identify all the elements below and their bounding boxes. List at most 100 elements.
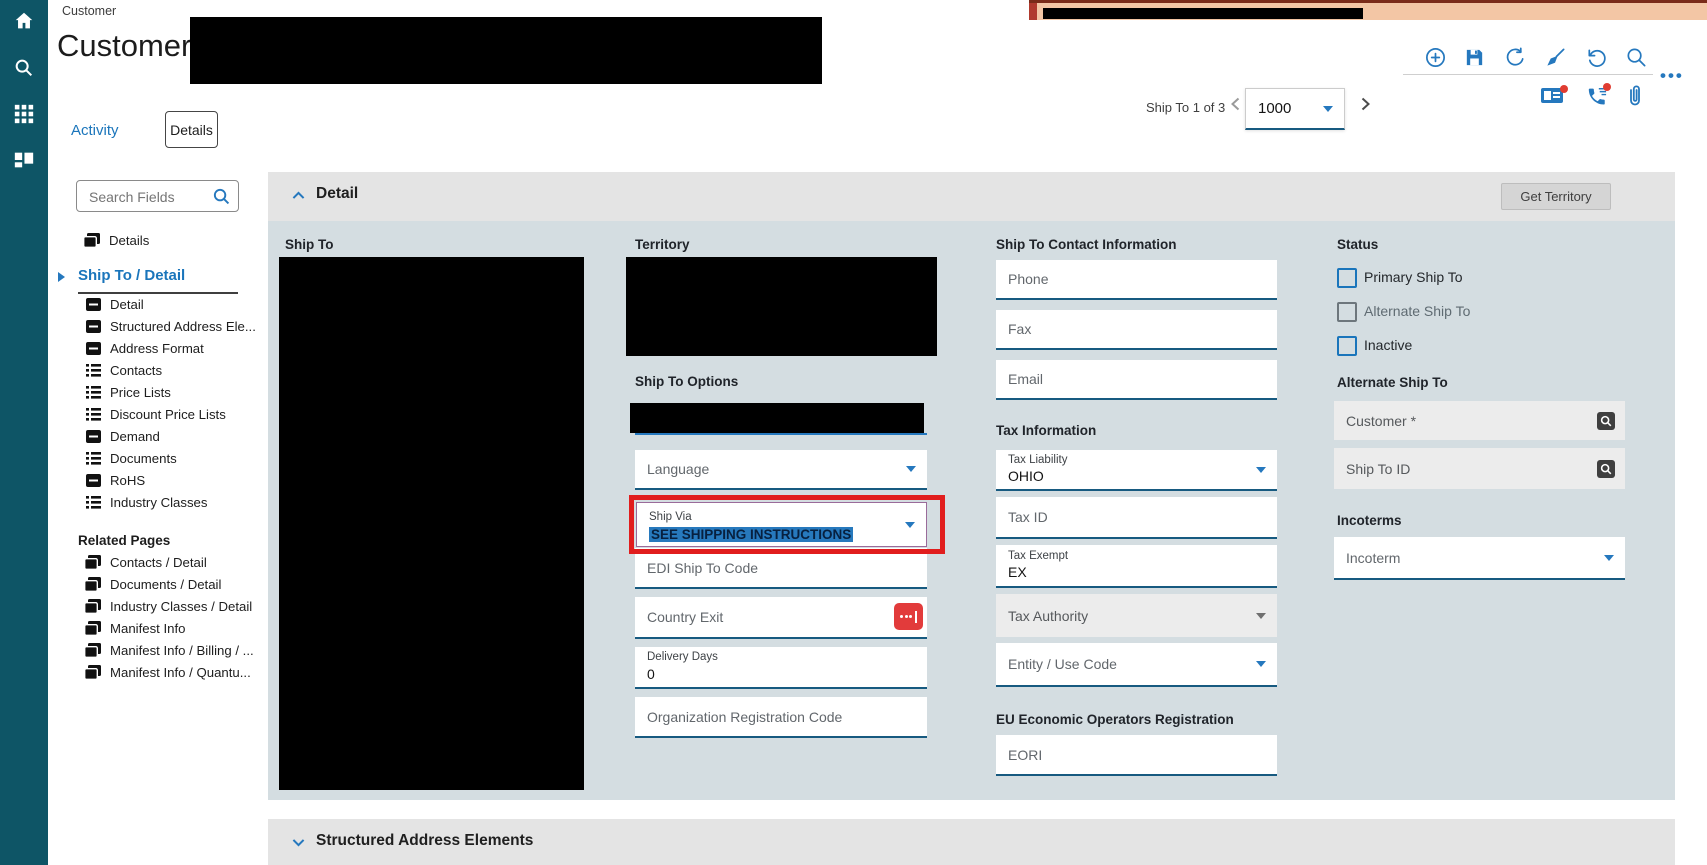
field-search-box[interactable] bbox=[76, 180, 239, 212]
eori-field[interactable]: EORI bbox=[996, 735, 1277, 776]
tax-authority-dropdown: Tax Authority bbox=[996, 594, 1277, 637]
country-exit-field[interactable]: Country Exit bbox=[635, 597, 927, 639]
contact-card-icon[interactable] bbox=[1541, 85, 1568, 106]
tax-liability-dropdown[interactable]: Tax Liability OHIO bbox=[996, 450, 1277, 491]
sidebar-item-structured-address[interactable]: Structured Address Ele... bbox=[86, 315, 256, 337]
sidebar-item-label: RoHS bbox=[110, 472, 146, 488]
alternate-ship-to-checkbox bbox=[1337, 302, 1357, 322]
related-item-label: Manifest Info / Quantu... bbox=[110, 664, 251, 680]
sidebar-item-rohs[interactable]: RoHS bbox=[86, 469, 256, 491]
edi-ship-to-code-field[interactable]: EDI Ship To Code bbox=[635, 548, 927, 589]
sidebar-item-address-format[interactable]: Address Format bbox=[86, 337, 256, 359]
redacted-territory-value bbox=[626, 257, 937, 356]
sidebar-item-demand[interactable]: Demand bbox=[86, 425, 256, 447]
tab-activity[interactable]: Activity bbox=[71, 122, 119, 139]
search-icon[interactable] bbox=[212, 187, 231, 206]
refresh-icon[interactable] bbox=[1504, 46, 1527, 69]
org-registration-code-field[interactable]: Organization Registration Code bbox=[635, 697, 927, 738]
chevron-down-icon bbox=[905, 521, 915, 528]
sidebar-item-industry-classes[interactable]: Industry Classes bbox=[86, 491, 256, 513]
tax-id-field[interactable]: Tax ID bbox=[996, 497, 1277, 539]
related-item-industry-classes-detail[interactable]: Industry Classes / Detail bbox=[84, 595, 254, 617]
pages-icon bbox=[84, 554, 101, 570]
sidebar-item-details-root[interactable]: Details bbox=[83, 229, 149, 251]
fax-label: Fax bbox=[1008, 321, 1032, 337]
related-item-manifest-billing[interactable]: Manifest Info / Billing / ... bbox=[84, 639, 254, 661]
ship-via-label: Ship Via bbox=[649, 511, 692, 523]
apps-grid-icon[interactable] bbox=[13, 103, 35, 125]
search-input[interactable] bbox=[87, 186, 206, 208]
search-records-icon[interactable] bbox=[1625, 46, 1648, 69]
country-exit-label: Country Exit bbox=[647, 609, 724, 625]
form-icon bbox=[86, 319, 101, 333]
alternate-customer-label: Customer * bbox=[1346, 412, 1417, 429]
delivery-days-label: Delivery Days bbox=[647, 651, 718, 664]
primary-ship-to-checkbox[interactable] bbox=[1337, 268, 1357, 288]
lookup-icon[interactable] bbox=[1597, 411, 1615, 430]
entity-use-code-dropdown[interactable]: Entity / Use Code bbox=[996, 643, 1277, 687]
related-pages-header: Related Pages bbox=[78, 533, 171, 548]
structured-address-section-header[interactable]: Structured Address Elements bbox=[268, 819, 1675, 865]
sidebar-item-detail[interactable]: Detail bbox=[86, 293, 256, 315]
ship-via-dropdown[interactable]: Ship Via SEE SHIPPING INSTRUCTIONS bbox=[636, 502, 927, 547]
ship-to-selector[interactable]: 1000 bbox=[1245, 88, 1345, 130]
new-record-icon[interactable] bbox=[1424, 46, 1447, 69]
save-icon[interactable] bbox=[1463, 46, 1486, 69]
related-item-manifest-quantum[interactable]: Manifest Info / Quantu... bbox=[84, 661, 254, 683]
more-actions-icon[interactable]: ••• bbox=[1660, 66, 1684, 86]
structured-address-section-title: Structured Address Elements bbox=[316, 832, 534, 849]
previous-record-icon[interactable] bbox=[1227, 95, 1245, 113]
clean-broom-icon[interactable] bbox=[1544, 46, 1567, 69]
tax-exempt-field[interactable]: Tax Exempt EX bbox=[996, 545, 1277, 588]
email-label: Email bbox=[1008, 371, 1044, 387]
fax-field[interactable]: Fax bbox=[996, 310, 1277, 350]
attachment-icon[interactable] bbox=[1627, 84, 1643, 107]
sidebar-item-label: Address Format bbox=[110, 340, 204, 356]
sidebar-item-contacts[interactable]: Contacts bbox=[86, 359, 256, 381]
incoterm-label: Incoterm bbox=[1346, 549, 1401, 566]
tab-details[interactable]: Details bbox=[165, 111, 218, 148]
strip-marker bbox=[1029, 3, 1037, 20]
chevron-up-icon bbox=[290, 187, 307, 204]
related-item-label: Manifest Info bbox=[110, 620, 186, 636]
sidebar-item-price-lists[interactable]: Price Lists bbox=[86, 381, 256, 403]
entity-use-code-label: Entity / Use Code bbox=[1008, 656, 1117, 672]
search-icon[interactable] bbox=[13, 57, 35, 79]
undo-icon[interactable] bbox=[1585, 46, 1608, 69]
redacted-strip-text bbox=[1043, 8, 1363, 19]
lookup-icon[interactable] bbox=[1597, 459, 1615, 478]
email-field[interactable]: Email bbox=[996, 360, 1277, 400]
app-nav-rail bbox=[0, 0, 48, 865]
related-item-label: Industry Classes / Detail bbox=[110, 598, 253, 614]
related-item-contacts-detail[interactable]: Contacts / Detail bbox=[84, 551, 254, 573]
related-item-label: Contacts / Detail bbox=[110, 554, 207, 570]
next-record-icon[interactable] bbox=[1356, 95, 1374, 113]
related-item-manifest-info[interactable]: Manifest Info bbox=[84, 617, 254, 639]
sidebar-item-label: Detail bbox=[110, 296, 144, 312]
redacted-ship-to-options-value bbox=[630, 403, 924, 433]
list-icon bbox=[86, 451, 101, 465]
detail-section-header[interactable]: Detail bbox=[268, 172, 1675, 221]
active-item-pointer bbox=[58, 272, 65, 282]
get-territory-button[interactable]: Get Territory bbox=[1501, 183, 1611, 210]
alternate-ship-to-id-field: Ship To ID bbox=[1334, 448, 1625, 489]
incoterm-dropdown[interactable]: Incoterm bbox=[1334, 537, 1625, 580]
sidebar-item-ship-to-detail[interactable]: Ship To / Detail bbox=[78, 267, 185, 284]
chevron-down-icon bbox=[290, 834, 307, 851]
related-item-documents-detail[interactable]: Documents / Detail bbox=[84, 573, 254, 595]
tab-details-label: Details bbox=[170, 121, 213, 138]
home-icon[interactable] bbox=[13, 10, 35, 32]
dashboard-icon[interactable] bbox=[13, 149, 35, 171]
sidebar-item-documents[interactable]: Documents bbox=[86, 447, 256, 469]
inactive-checkbox[interactable] bbox=[1337, 336, 1357, 356]
org-registration-code-label: Organization Registration Code bbox=[647, 708, 843, 725]
language-dropdown[interactable]: Language bbox=[635, 450, 927, 490]
phone-call-icon[interactable] bbox=[1585, 83, 1611, 106]
list-icon bbox=[86, 363, 101, 377]
redacted-title-value bbox=[190, 17, 822, 84]
sidebar-item-discount-price-lists[interactable]: Discount Price Lists bbox=[86, 403, 256, 425]
delivery-days-field[interactable]: Delivery Days 0 bbox=[635, 647, 927, 689]
phone-field[interactable]: Phone bbox=[996, 260, 1277, 300]
country-exit-alert-icon[interactable] bbox=[894, 603, 923, 630]
page-title: Customer bbox=[57, 28, 192, 63]
